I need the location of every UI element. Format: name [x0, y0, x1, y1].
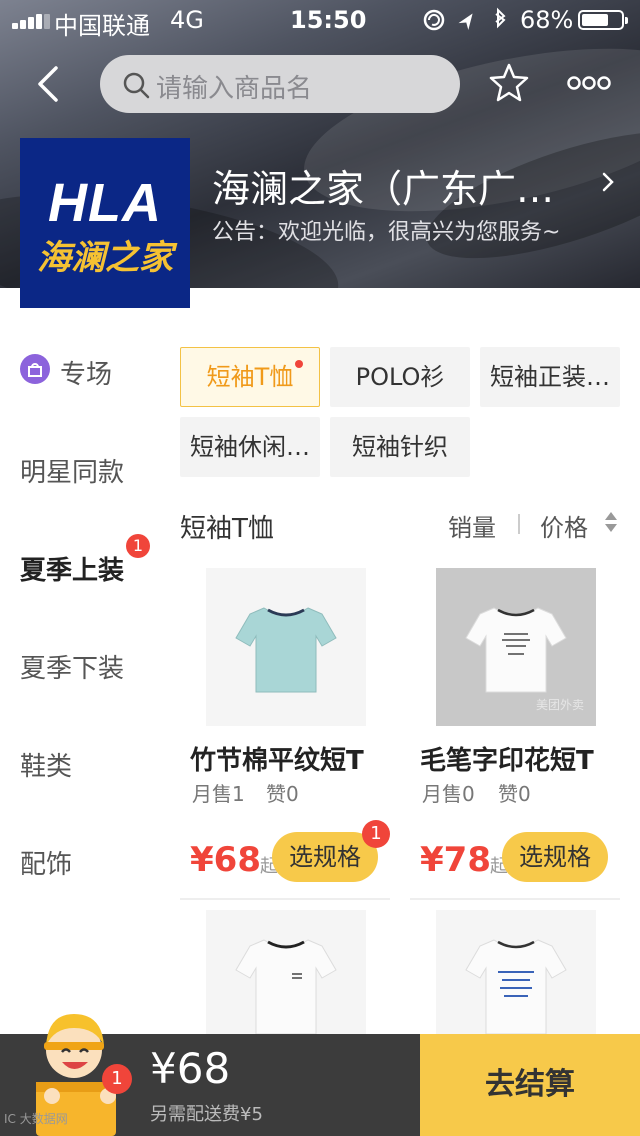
cart-badge: 1: [102, 1064, 132, 1094]
spec-badge: 1: [362, 820, 390, 848]
product-price: ¥78: [420, 840, 491, 880]
tshirt-icon: [235, 607, 337, 693]
signal-icon: [12, 13, 52, 29]
product-price: ¥68: [190, 840, 261, 880]
back-icon[interactable]: [30, 62, 70, 106]
special-icon: [20, 354, 50, 384]
sort-by-price[interactable]: 价格: [540, 508, 588, 543]
chevron-right-icon[interactable]: [598, 170, 618, 194]
product-sales: 月售1: [192, 782, 245, 806]
more-icon[interactable]: [566, 70, 612, 96]
section-title: 短袖T恤: [180, 514, 274, 544]
tag-polo[interactable]: POLO衫: [330, 347, 470, 407]
product-image[interactable]: [206, 910, 366, 1034]
status-icons: [423, 7, 506, 31]
product-image[interactable]: [436, 910, 596, 1034]
product-name[interactable]: 竹节棉平纹短T: [190, 740, 364, 777]
tag-dress-shirt[interactable]: 短袖正装衬衫: [480, 347, 620, 407]
sidebar-item-shoes[interactable]: 鞋类: [20, 746, 72, 783]
status-bar: 中国联通 4G 15:50 68%: [0, 0, 640, 40]
battery-icon: [578, 10, 628, 30]
product-image[interactable]: 美团外卖: [436, 568, 596, 726]
sidebar-badge: 1: [126, 534, 150, 558]
tag-knit[interactable]: 短袖针织: [330, 417, 470, 477]
network-label: 4G: [170, 6, 204, 34]
checkout-button[interactable]: 去结算: [420, 1034, 640, 1136]
product-name[interactable]: 毛笔字印花短T: [420, 740, 594, 777]
favorite-star-icon[interactable]: [488, 62, 530, 104]
search-input[interactable]: 请输入商品名: [100, 55, 460, 113]
logo-text-cn: 海澜之家: [37, 238, 173, 278]
logo-text-en: HLA: [48, 173, 162, 233]
product-likes: 赞0: [266, 782, 299, 806]
clock: 15:50: [290, 6, 367, 34]
image-watermark: 美团外卖: [536, 698, 585, 712]
sidebar-item-special[interactable]: 专场: [60, 354, 112, 391]
product-divider: [410, 898, 620, 900]
search-icon: [123, 72, 150, 99]
cart-total: ¥68: [150, 1044, 231, 1093]
product-sales: 月售0: [422, 782, 475, 806]
sidebar-item-summer-tops[interactable]: 夏季上装: [20, 550, 124, 587]
image-watermark: IC 大数据网: [4, 1112, 68, 1126]
sidebar-item-accessories[interactable]: 配饰: [20, 844, 72, 881]
search-placeholder: 请输入商品名: [156, 74, 313, 104]
sort-divider: [518, 514, 520, 534]
select-spec-button[interactable]: 选规格: [272, 832, 378, 882]
product-image[interactable]: [206, 568, 366, 726]
tshirt-icon: [235, 939, 337, 1034]
battery-percent: 68%: [520, 6, 574, 34]
delivery-fee-note: 另需配送费¥5: [150, 1104, 263, 1125]
shop-logo: HLA 海澜之家: [20, 138, 190, 308]
select-spec-button[interactable]: 选规格: [502, 832, 608, 882]
product-likes: 赞0: [498, 782, 531, 806]
tag-short-tshirt[interactable]: 短袖T恤: [180, 347, 320, 407]
product-divider: [180, 898, 390, 900]
tshirt-icon: [465, 939, 567, 1034]
sort-arrows-icon[interactable]: [604, 510, 618, 534]
sidebar-item-summer-bottoms[interactable]: 夏季下装: [20, 648, 124, 685]
tag-casual-shirt[interactable]: 短袖休闲衬衫: [180, 417, 320, 477]
carrier-label: 中国联通: [54, 12, 150, 40]
sort-by-sales[interactable]: 销量: [448, 508, 496, 543]
shop-name[interactable]: 海澜之家（广东广州南沙万达店）: [212, 158, 587, 213]
sidebar-item-star-style[interactable]: 明星同款: [20, 452, 124, 489]
shop-notice: 公告：欢迎光临，很高兴为您服务~: [212, 220, 561, 245]
